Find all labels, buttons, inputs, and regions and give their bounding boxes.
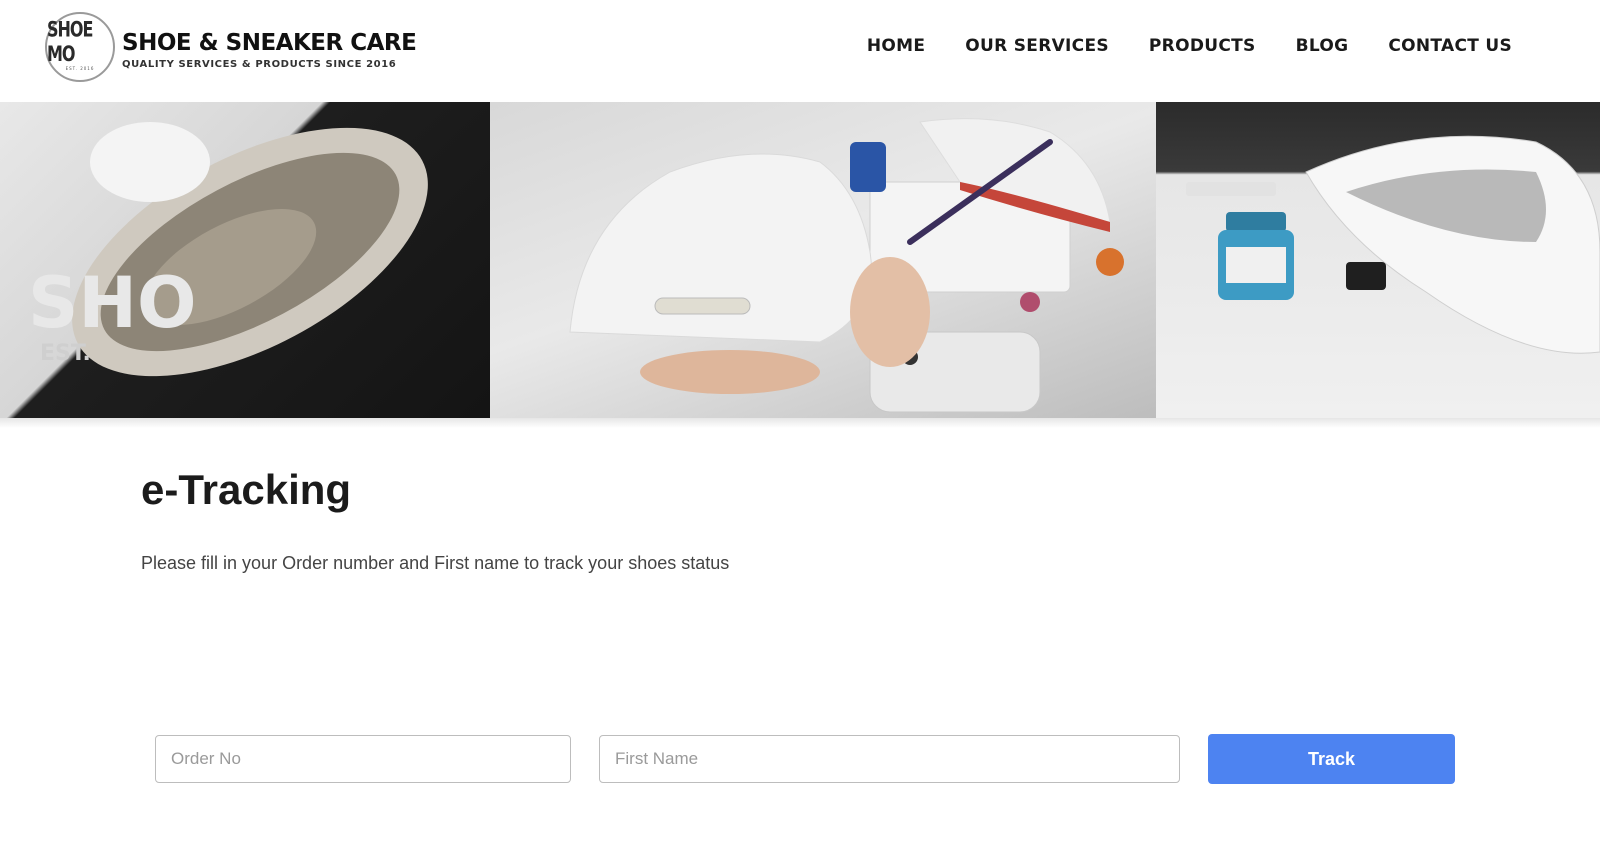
banner-divider	[0, 418, 1600, 428]
sole-cleaning-illustration: SHO EST.	[28, 122, 428, 377]
brand-name[interactable]: SHOE & SNEAKER CARE	[122, 30, 417, 56]
first-name-input[interactable]	[599, 735, 1180, 783]
nav-our-services[interactable]: OUR SERVICES	[965, 36, 1109, 56]
nav-blog[interactable]: BLOG	[1296, 36, 1349, 56]
nav-contact-us[interactable]: CONTACT US	[1388, 36, 1512, 56]
sneaker-painting-photo	[490, 102, 1156, 418]
brand-logo-badge[interactable]: SHOE MO EST. 2016	[45, 12, 115, 82]
hero-banner: SHO EST.	[0, 102, 1600, 418]
page-title: e-Tracking	[141, 466, 352, 513]
order-number-input[interactable]	[155, 735, 571, 783]
painting-illustration	[569, 118, 1124, 413]
main-nav: HOME OUR SERVICES PRODUCTS BLOG CONTACT …	[867, 36, 1512, 56]
sneaker-sole-cleaning-photo: SHO EST.	[0, 102, 490, 418]
sneaker-paint-bottle-photo	[1156, 102, 1600, 418]
site-header: SHOE MO EST. 2016 SHOE & SNEAKER CARE QU…	[0, 0, 1600, 102]
paint-bottle-illustration	[1186, 135, 1600, 354]
brand-tagline: QUALITY SERVICES & PRODUCTS SINCE 2016	[122, 59, 397, 70]
track-button[interactable]: Track	[1208, 734, 1455, 784]
logo-monogram: SHOE MO	[47, 15, 93, 66]
nav-home[interactable]: HOME	[867, 36, 925, 56]
svg-text:EST.: EST.	[40, 341, 91, 366]
page-description: Please fill in your Order number and Fir…	[141, 553, 730, 573]
nav-products[interactable]: PRODUCTS	[1149, 36, 1256, 56]
svg-text:SHO: SHO	[28, 262, 197, 344]
